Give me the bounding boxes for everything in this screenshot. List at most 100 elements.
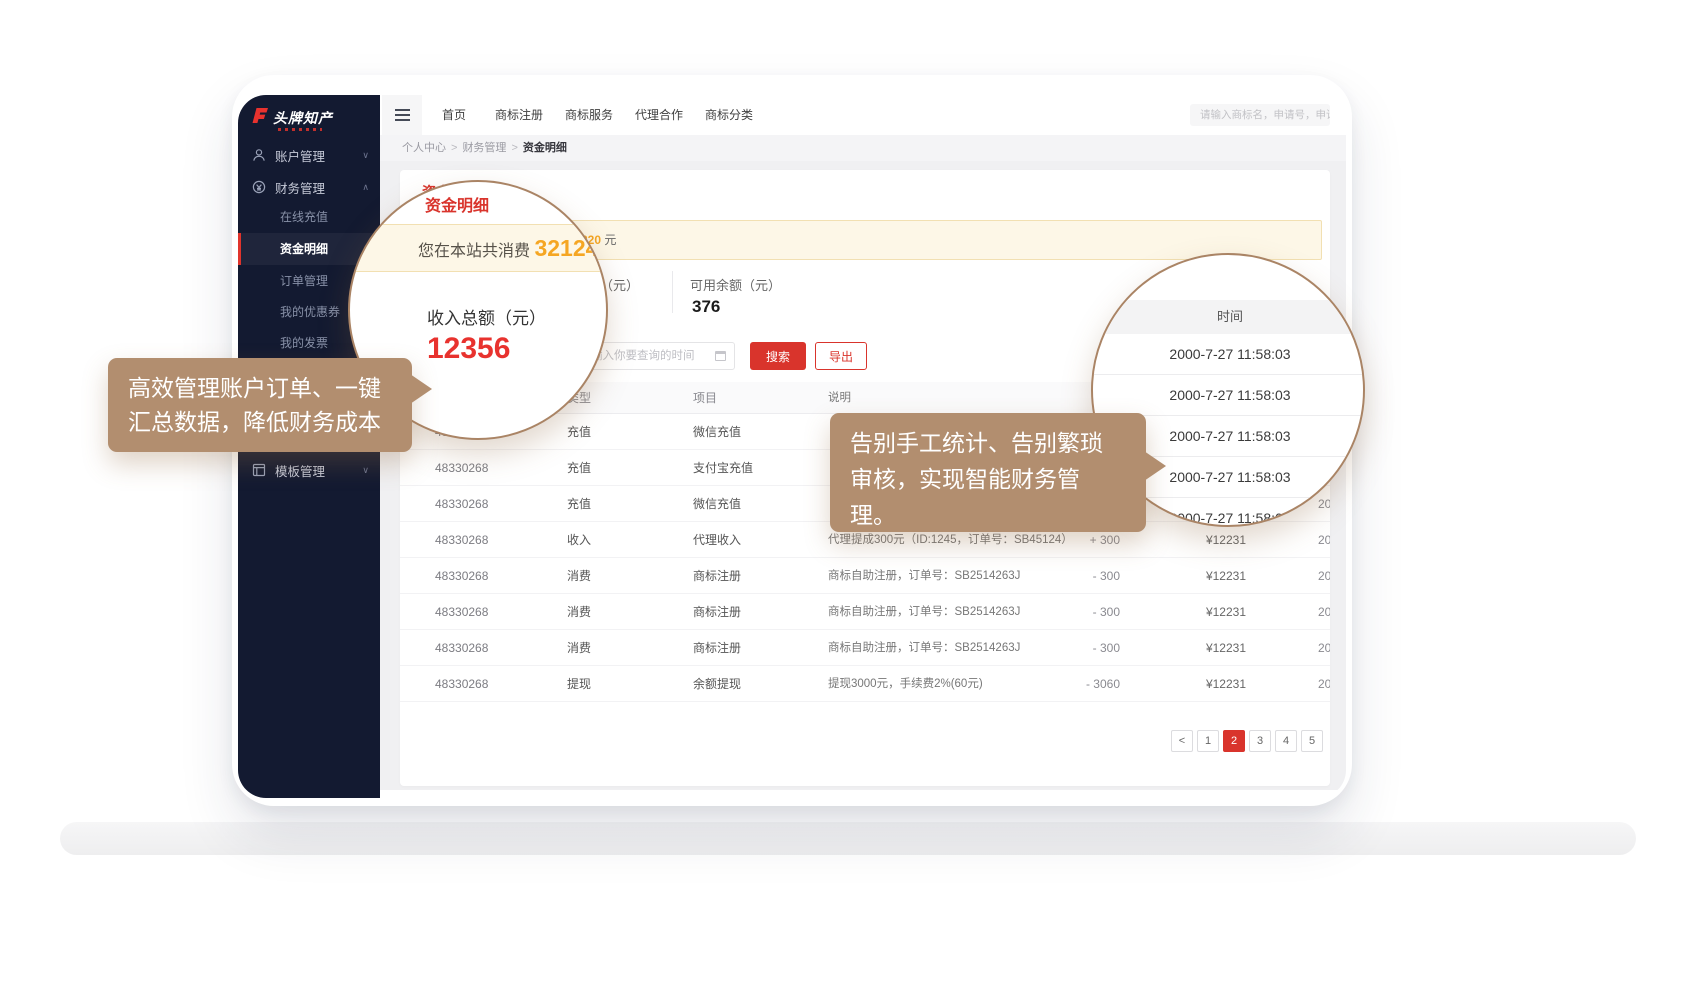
user-icon bbox=[252, 148, 267, 163]
sidebar-item-label: 模板管理 bbox=[275, 461, 325, 480]
magnified-banner-text: 您在本站共消费 32124 元 bbox=[418, 225, 608, 271]
stat-balance-value: 376 bbox=[692, 297, 720, 317]
brand-tagline-dots bbox=[278, 128, 322, 131]
magnified-banner-prefix: 您在本站共消费 bbox=[418, 243, 534, 260]
cell-type: 充值 bbox=[567, 450, 667, 486]
callout-left-arrow bbox=[410, 374, 432, 404]
pagination-page-1[interactable]: 1 bbox=[1197, 730, 1219, 752]
stat-divider bbox=[672, 271, 673, 313]
table-row: 48330268消费商标注册商标自助注册，订单号：SB2514263J- 300… bbox=[400, 558, 1330, 594]
cell-desc: 商标自助注册，订单号：SB2514263J bbox=[828, 558, 1063, 594]
search-button[interactable]: 搜索 bbox=[750, 342, 806, 370]
magnified-banner: 您在本站共消费 32124 元 bbox=[350, 224, 608, 272]
breadcrumb: 个人中心>财务管理>资金明细 bbox=[380, 135, 1346, 161]
logo[interactable]: 头牌知产 bbox=[250, 107, 333, 129]
magnified-income-value: 12356 bbox=[427, 332, 510, 366]
sort-caret-icon: ∨ bbox=[696, 382, 702, 414]
cell-project: 商标注册 bbox=[693, 558, 818, 594]
brand-name: 头牌知产 bbox=[273, 108, 333, 128]
brand-icon bbox=[250, 107, 269, 129]
pagination-page-3[interactable]: 3 bbox=[1249, 730, 1271, 752]
calendar-icon[interactable] bbox=[715, 351, 726, 361]
cell-order: 48330268 bbox=[435, 558, 555, 594]
sidebar-item-label: 财务管理 bbox=[275, 178, 325, 197]
nav-item-tm-class[interactable]: 商标分类 bbox=[705, 95, 753, 135]
cell-balance: ¥12231 bbox=[1190, 558, 1246, 594]
cell-project: 商标注册 bbox=[693, 594, 818, 630]
cell-type: 提现 bbox=[567, 666, 667, 702]
cell-type: 收入 bbox=[567, 522, 667, 558]
chevron-down-icon: ∨ bbox=[362, 150, 369, 161]
top-navbar: 首页 商标注册 商标服务 代理合作 商标分类 bbox=[380, 95, 1346, 135]
cell-balance: ¥12231 bbox=[1190, 594, 1246, 630]
hamburger-icon[interactable] bbox=[382, 95, 422, 135]
cell-type: 消费 bbox=[567, 630, 667, 666]
table-row: 48330268 提现余额提现提现3000元，手续费2%(60元)- 3060 ¥1… bbox=[400, 666, 1330, 702]
cell-time: 2000-7-27 11:58:03 bbox=[1318, 522, 1330, 558]
col-desc-header: 说明 bbox=[828, 382, 1063, 414]
pagination-prev-button[interactable]: < bbox=[1171, 730, 1193, 752]
cell-amount: - 300 bbox=[1045, 594, 1120, 630]
nav-item-tm-register[interactable]: 商标注册 bbox=[495, 95, 543, 135]
cell-order: 48330268 bbox=[435, 486, 555, 522]
cell-order: 48330268 bbox=[435, 630, 555, 666]
table-row: 48330268消费商标注册商标自助注册，订单号：SB2514263J- 300… bbox=[400, 594, 1330, 630]
cell-order: 48330268 bbox=[435, 522, 555, 558]
magnified-time-header: 时间 bbox=[1093, 300, 1365, 334]
cell-type: 充值 bbox=[567, 486, 667, 522]
sidebar-item-label: 账户管理 bbox=[275, 146, 325, 165]
cell-desc: 提现3000元，手续费2%(60元) bbox=[828, 666, 1063, 702]
cell-time: 2000-7-27 11:58:03 bbox=[1318, 630, 1330, 666]
chevron-down-icon: ∨ bbox=[362, 465, 369, 476]
template-icon bbox=[252, 463, 267, 478]
export-button[interactable]: 导出 bbox=[815, 342, 867, 370]
sidebar-item-template[interactable]: 模板管理 ∨ bbox=[238, 455, 380, 485]
magnified-banner-amount: 32124 bbox=[534, 235, 598, 261]
cell-order: 48330268 bbox=[435, 666, 555, 702]
cell-project: 余额提现 bbox=[693, 666, 818, 702]
cell-type: 充值 bbox=[567, 414, 667, 450]
nav-item-tm-service[interactable]: 商标服务 bbox=[565, 95, 613, 135]
finance-icon bbox=[252, 180, 267, 195]
table-row: 48330268 消费商标注册商标自助注册，订单号：SB2514263J- 300… bbox=[400, 630, 1330, 666]
cell-time: 2000-7-27 11:58:03 bbox=[1318, 558, 1330, 594]
chevron-up-icon: ∧ bbox=[362, 182, 369, 193]
cell-order: 48330268 bbox=[435, 450, 555, 486]
cell-desc: 商标自助注册，订单号：SB2514263J bbox=[828, 594, 1063, 630]
magnified-page-title: 资金明细 bbox=[425, 192, 489, 216]
cell-balance: ¥12231 bbox=[1190, 666, 1246, 702]
banner-tail-unit: 元 bbox=[604, 233, 616, 247]
cell-balance: ¥12231 bbox=[1190, 630, 1246, 666]
pagination-page-5[interactable]: 5 bbox=[1301, 730, 1323, 752]
cell-type: 消费 bbox=[567, 558, 667, 594]
time-query-input[interactable] bbox=[580, 342, 735, 370]
stat-balance-label: 可用余额（元） bbox=[690, 275, 781, 294]
cell-project: 微信充值 bbox=[693, 486, 818, 522]
breadcrumb-item[interactable]: 财务管理 bbox=[462, 142, 506, 154]
sidebar-item-account[interactable]: 账户管理 ∨ bbox=[238, 140, 380, 170]
cell-project: 支付宝充值 bbox=[693, 450, 818, 486]
cell-amount: - 3060 bbox=[1045, 666, 1120, 702]
breadcrumb-current: 资金明细 bbox=[523, 142, 567, 154]
magnified-income-label: 收入总额（元） bbox=[427, 304, 546, 329]
magnified-time-row: 2000-7-27 11:58:03 bbox=[1093, 334, 1365, 375]
pagination-page-4[interactable]: 4 bbox=[1275, 730, 1297, 752]
nav-item-home[interactable]: 首页 bbox=[442, 95, 466, 135]
nav-item-agent[interactable]: 代理合作 bbox=[635, 95, 683, 135]
callout-left: 高效管理账户订单、一键 汇总数据，降低财务成本 bbox=[108, 358, 412, 452]
cell-balance: ¥12231 bbox=[1190, 522, 1246, 558]
laptop-base bbox=[60, 822, 1636, 855]
callout-right-arrow bbox=[1144, 451, 1166, 481]
cell-amount: - 300 bbox=[1045, 630, 1120, 666]
cell-time: 2000-7-27 11:58:03 bbox=[1318, 594, 1330, 630]
breadcrumb-item[interactable]: 个人中心 bbox=[402, 142, 446, 154]
cell-desc: 商标自助注册，订单号：SB2514263J bbox=[828, 630, 1063, 666]
pagination-page-2[interactable]: 2 bbox=[1223, 730, 1245, 752]
cell-order: 48330268 bbox=[435, 594, 555, 630]
cell-project: 微信充值 bbox=[693, 414, 818, 450]
cell-time: 2000-7-27 11:58:03 bbox=[1318, 666, 1330, 702]
cell-project: 商标注册 bbox=[693, 630, 818, 666]
trademark-search-input[interactable] bbox=[1190, 104, 1330, 126]
sidebar-item-finance[interactable]: 财务管理 ∧ bbox=[238, 172, 380, 202]
magnified-time-row: 2000-7-27 11:58:03 bbox=[1093, 375, 1365, 416]
